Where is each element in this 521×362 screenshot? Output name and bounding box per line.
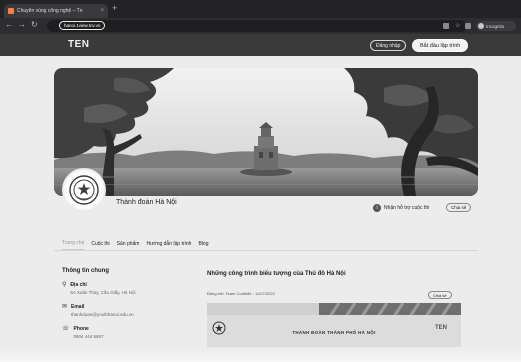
youth-union-emblem-icon xyxy=(69,175,99,205)
extension-icon[interactable] xyxy=(443,23,449,29)
login-button[interactable]: Đăng nhập xyxy=(370,40,407,51)
tab-contests[interactable]: Cuộc thi xyxy=(91,241,109,250)
banner-stripe xyxy=(207,303,461,315)
browser-toolbar: ← → ↻ hanoi.1view.tnv.vn ☆ Incognito xyxy=(0,18,521,34)
post-share-button[interactable]: Chia sẻ xyxy=(428,291,452,299)
profile-name: Incognito xyxy=(486,23,505,29)
address-value: 5A Xuân Thủy, Cầu Giấy, Hà Nội xyxy=(70,290,136,295)
tab-products[interactable]: Sản phẩm xyxy=(117,241,140,250)
info-icon: i xyxy=(373,204,381,212)
url-text[interactable]: hanoi.1view.tnv.vn xyxy=(59,21,106,30)
site-header: TEN Đăng nhập Bắt đầu lập trình xyxy=(0,34,521,56)
support-link[interactable]: i Nhận hỗ trợ cuộc thi xyxy=(373,204,429,212)
start-coding-button[interactable]: Bắt đầu lập trình xyxy=(412,39,469,52)
email-value[interactable]: thanhdoan@youthhanoi.edu.vn xyxy=(71,312,134,317)
tabs-divider xyxy=(54,250,478,251)
tab-blog[interactable]: Blog xyxy=(198,241,208,250)
org-avatar xyxy=(62,168,106,212)
phone-label: Phone xyxy=(73,326,89,332)
post-banner[interactable]: THÀNH ĐOÀN THÀNH PHỐ HÀ NỘI TEN xyxy=(207,303,461,347)
phone-value: 0904 444 5657 xyxy=(73,334,104,339)
tab-home[interactable]: Trang chủ xyxy=(62,240,85,250)
new-tab-icon[interactable]: + xyxy=(112,4,117,13)
cover-photo xyxy=(54,68,478,196)
browser-tab-strip: Chuyển vùng công nghệ – Tn × + xyxy=(0,0,521,18)
address-bar[interactable] xyxy=(47,20,467,32)
support-text: Nhận hỗ trợ cuộc thi xyxy=(384,205,430,211)
menu-icon[interactable] xyxy=(465,23,471,29)
email-label: Email xyxy=(71,304,85,310)
profile-avatar-icon xyxy=(478,23,484,29)
reload-icon[interactable]: ↻ xyxy=(31,21,38,29)
location-pin-icon: ⚲ xyxy=(62,282,67,288)
profile-tabs: Trang chủ Cuộc thi Sản phẩm Hướng dẫn lậ… xyxy=(62,240,208,250)
site-logo[interactable]: TEN xyxy=(68,39,90,50)
tab-title: Chuyển vùng công nghệ – Tn xyxy=(17,8,83,14)
post-title[interactable]: Những công trình biểu tượng của Thủ đô H… xyxy=(207,271,346,277)
general-info-title: Thông tin chung xyxy=(62,268,109,274)
tab-programming-guide[interactable]: Hướng dẫn lập trình xyxy=(146,241,191,250)
bookmark-star-icon[interactable]: ☆ xyxy=(455,23,460,29)
profile-page: Thành đoàn Hà Nội i Nhận hỗ trợ cuộc thi… xyxy=(0,56,521,362)
page-bottom xyxy=(0,348,521,362)
browser-tab[interactable]: Chuyển vùng công nghệ – Tn × xyxy=(4,4,108,18)
email-icon: ✉ xyxy=(62,304,68,310)
address-row: ⚲ Địa chỉ 5A Xuân Thủy, Cầu Giấy, Hà Nội xyxy=(62,282,135,295)
back-icon[interactable]: ← xyxy=(5,21,13,29)
forward-icon[interactable]: → xyxy=(18,21,26,29)
tab-close-icon[interactable]: × xyxy=(100,8,104,14)
phone-row: ☏ Phone 0904 444 5657 xyxy=(62,326,104,339)
phone-icon: ☏ xyxy=(62,326,70,332)
banner-caption: THÀNH ĐOÀN THÀNH PHỐ HÀ NỘI xyxy=(292,330,376,335)
email-row: ✉ Email thanhdoan@youthhanoi.edu.vn xyxy=(62,304,134,317)
tab-favicon-icon xyxy=(8,8,14,14)
org-name: Thành đoàn Hà Nội xyxy=(116,199,177,206)
banner-brand-logo: TEN xyxy=(435,325,447,331)
share-button[interactable]: Chia sẻ xyxy=(446,203,472,212)
post-meta: Đăng bởi: Team CodeMe · 11/07/2022 xyxy=(207,291,275,296)
address-label: Địa chỉ xyxy=(70,282,87,288)
profile-button[interactable]: Incognito xyxy=(476,21,516,31)
